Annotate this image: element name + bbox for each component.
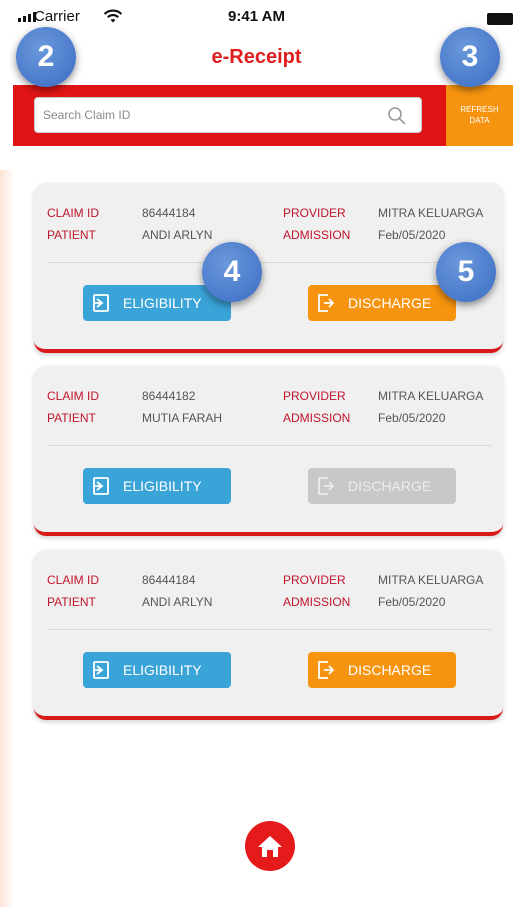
annotation-badge: 3 [440, 27, 500, 87]
eligibility-label: ELIGIBILITY [123, 478, 202, 494]
patient-value: ANDI ARLYN [142, 595, 213, 609]
claim-id-label: CLAIM ID [47, 389, 100, 403]
provider-label: PROVIDER [283, 206, 346, 220]
discharge-button[interactable]: DISCHARGE [308, 652, 456, 688]
status-bar: Carrier 9:41 AM [0, 0, 513, 36]
admission-value: Feb/05/2020 [378, 595, 446, 609]
claim-id-value: 86444184 [142, 573, 196, 587]
login-icon [93, 477, 109, 495]
home-icon [258, 836, 282, 857]
patient-label: PATIENT [47, 595, 96, 609]
claim-id-value: 86444182 [142, 389, 196, 403]
page-title: e-Receipt [211, 46, 302, 68]
admission-value: Feb/05/2020 [378, 228, 446, 242]
discharge-label: DISCHARGE [348, 295, 432, 311]
claim-id-label: CLAIM ID [47, 206, 100, 220]
discharge-button[interactable]: DISCHARGE [308, 285, 456, 321]
claim-id-label: CLAIM ID [47, 573, 100, 587]
admission-label: ADMISSION [283, 228, 351, 242]
provider-label: PROVIDER [283, 389, 346, 403]
refresh-data-button[interactable]: REFRESH DATA [446, 85, 513, 146]
admission-label: ADMISSION [283, 411, 351, 425]
annotation-badge: 2 [16, 27, 76, 87]
search-input[interactable] [43, 98, 373, 132]
claim-id-value: 86444184 [142, 206, 196, 220]
background-glow [0, 170, 14, 907]
discharge-label: DISCHARGE [348, 478, 432, 494]
eligibility-label: ELIGIBILITY [123, 662, 202, 678]
logout-icon [318, 294, 334, 312]
admission-label: ADMISSION [283, 595, 351, 609]
claim-card: CLAIM ID 86444184 PROVIDER MITRA KELUARG… [34, 550, 503, 720]
refresh-label-line1: REFRESH [460, 105, 499, 114]
provider-value: MITRA KELUARGA [378, 206, 484, 220]
claim-card: CLAIM ID 86444184 PROVIDER MITRA KELUARG… [34, 183, 503, 353]
patient-label: PATIENT [47, 411, 96, 425]
provider-value: MITRA KELUARGA [378, 573, 484, 587]
login-icon [93, 661, 109, 679]
provider-value: MITRA KELUARGA [378, 389, 484, 403]
refresh-label-line2: DATA [469, 116, 490, 125]
status-time: 9:41 AM [228, 8, 285, 25]
eligibility-label: ELIGIBILITY [123, 295, 202, 311]
battery-icon [487, 13, 513, 25]
search-icon[interactable] [387, 106, 407, 126]
logout-icon [318, 477, 334, 495]
card-divider [48, 262, 491, 263]
eligibility-button[interactable]: ELIGIBILITY [83, 468, 231, 504]
card-divider [48, 445, 491, 446]
annotation-badge: 4 [202, 242, 262, 302]
discharge-label: DISCHARGE [348, 662, 432, 678]
provider-label: PROVIDER [283, 573, 346, 587]
admission-value: Feb/05/2020 [378, 411, 446, 425]
logout-icon [318, 661, 334, 679]
patient-value: MUTIA FARAH [142, 411, 223, 425]
home-button[interactable] [245, 821, 295, 871]
search-box[interactable] [34, 97, 422, 133]
patient-value: ANDI ARLYN [142, 228, 213, 242]
eligibility-button[interactable]: ELIGIBILITY [83, 652, 231, 688]
card-divider [48, 629, 491, 630]
patient-label: PATIENT [47, 228, 96, 242]
discharge-button-disabled: DISCHARGE [308, 468, 456, 504]
claim-card: CLAIM ID 86444182 PROVIDER MITRA KELUARG… [34, 366, 503, 536]
annotation-badge: 5 [436, 242, 496, 302]
login-icon [93, 294, 109, 312]
